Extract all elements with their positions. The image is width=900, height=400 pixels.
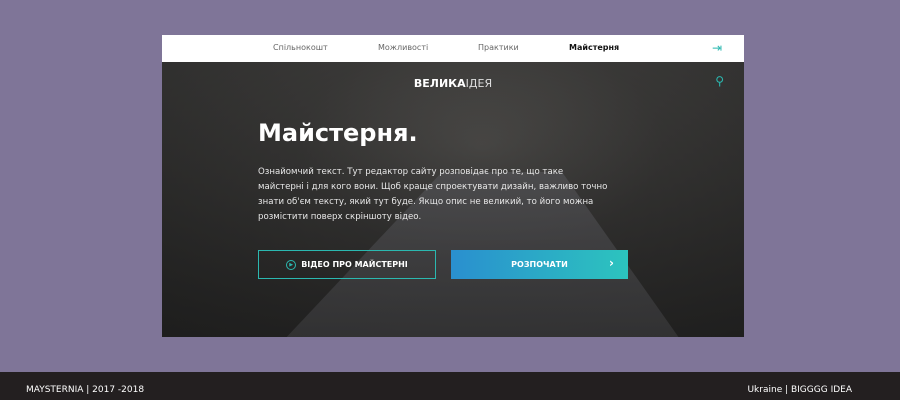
footer-left: MAYSTERNIA | 2017 -2018 (26, 385, 145, 395)
nav-item-crowdfunding[interactable]: Спільнокошт (273, 43, 328, 52)
footer-right: Ukraine | BIGGGG IDEA (747, 385, 852, 395)
logo: ВЕЛИКАІДЕЯ (413, 77, 493, 90)
hero-section: ВЕЛИКАІДЕЯ ⚲ Майстерня. Ознайомчий текст… (162, 62, 744, 337)
website-mockup: Спільнокошт Можливості Практики Майстерн… (162, 35, 744, 337)
footer: MAYSTERNIA | 2017 -2018 Ukraine | BIGGGG… (0, 372, 900, 400)
nav-item-opportunities[interactable]: Можливості (378, 43, 428, 52)
page-title: Майстерня. (258, 119, 418, 147)
chevron-right-icon: › (609, 256, 614, 270)
start-button-label: РОЗПОЧАТИ (511, 260, 568, 269)
video-button[interactable]: ▶ ВІДЕО ПРО МАЙСТЕРНІ (258, 250, 436, 279)
search-icon[interactable]: ⚲ (715, 74, 724, 88)
start-button[interactable]: РОЗПОЧАТИ › (451, 250, 628, 279)
login-icon[interactable]: ⇥ (712, 41, 722, 55)
nav-item-workshop[interactable]: Майстерня (569, 43, 619, 52)
description: Ознайомчий текст. Тут редактор сайту роз… (258, 167, 608, 222)
play-icon: ▶ (286, 259, 297, 270)
nav-item-practices[interactable]: Практики (478, 43, 519, 52)
top-nav: Спільнокошт Можливості Практики Майстерн… (162, 35, 744, 62)
video-button-label: ВІДЕО ПРО МАЙСТЕРНІ (301, 260, 408, 269)
